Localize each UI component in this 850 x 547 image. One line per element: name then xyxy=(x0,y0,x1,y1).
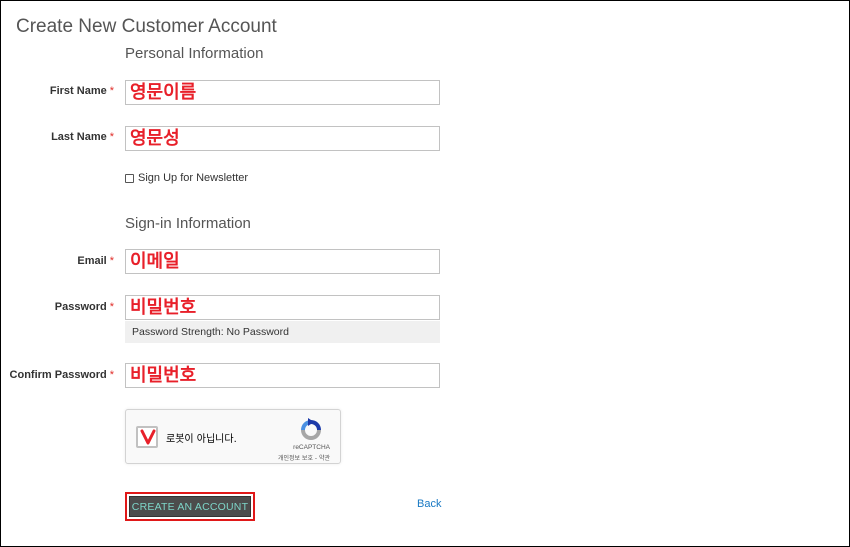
last-name-value: 영문성 xyxy=(130,128,180,149)
required-mark: * xyxy=(109,369,114,381)
password-input[interactable]: 비밀번호 xyxy=(125,295,440,320)
confirm-password-label-text: Confirm Password xyxy=(9,369,107,381)
create-account-button[interactable]: CREATE AN ACCOUNT xyxy=(129,496,251,517)
first-name-input[interactable]: 영문이름 xyxy=(125,80,440,105)
recaptcha-widget: 로봇이 아닙니다. reCAPTCHA 개인정보 보호 - 약관 xyxy=(125,409,341,464)
back-link[interactable]: Back xyxy=(417,498,441,510)
email-value: 이메일 xyxy=(130,251,180,272)
required-mark: * xyxy=(109,131,114,143)
newsletter-label[interactable]: Sign Up for Newsletter xyxy=(138,172,248,184)
password-strength-text: Password Strength: No Password xyxy=(132,326,289,338)
recaptcha-brand: reCAPTCHA xyxy=(293,444,330,451)
password-value: 비밀번호 xyxy=(130,297,197,318)
email-label-text: Email xyxy=(77,255,107,267)
required-mark: * xyxy=(109,301,114,313)
required-mark: * xyxy=(109,85,114,97)
first-name-value: 영문이름 xyxy=(130,82,197,103)
confirm-password-value: 비밀번호 xyxy=(130,365,197,386)
personal-info-heading: Personal Information xyxy=(125,45,264,62)
required-mark: * xyxy=(109,255,114,267)
recaptcha-links[interactable]: 개인정보 보호 - 약관 xyxy=(278,453,330,462)
create-account-highlight: CREATE AN ACCOUNT xyxy=(125,492,255,521)
email-input[interactable]: 이메일 xyxy=(125,249,440,274)
page-title: Create New Customer Account xyxy=(16,16,277,37)
confirm-password-input[interactable]: 비밀번호 xyxy=(125,363,440,388)
signin-info-heading: Sign-in Information xyxy=(125,215,251,232)
last-name-input[interactable]: 영문성 xyxy=(125,126,440,151)
recaptcha-checkbox[interactable] xyxy=(136,426,158,448)
page-frame: Create New Customer Account Personal Inf… xyxy=(0,0,850,547)
first-name-label: First Name * xyxy=(0,85,114,97)
password-label-text: Password xyxy=(54,301,107,313)
recaptcha-logo-icon xyxy=(301,418,321,440)
newsletter-row: Sign Up for Newsletter xyxy=(125,172,248,184)
email-label: Email * xyxy=(0,255,114,267)
first-name-label-text: First Name xyxy=(49,85,107,97)
red-v-mark-icon xyxy=(140,429,156,445)
last-name-label-text: Last Name xyxy=(51,131,107,143)
confirm-password-label: Confirm Password * xyxy=(0,369,114,381)
password-label: Password * xyxy=(0,301,114,313)
recaptcha-label: 로봇이 아닙니다. xyxy=(166,434,237,445)
newsletter-checkbox[interactable] xyxy=(125,173,134,183)
password-strength-meter: Password Strength: No Password xyxy=(125,321,440,343)
last-name-label: Last Name * xyxy=(0,131,114,143)
